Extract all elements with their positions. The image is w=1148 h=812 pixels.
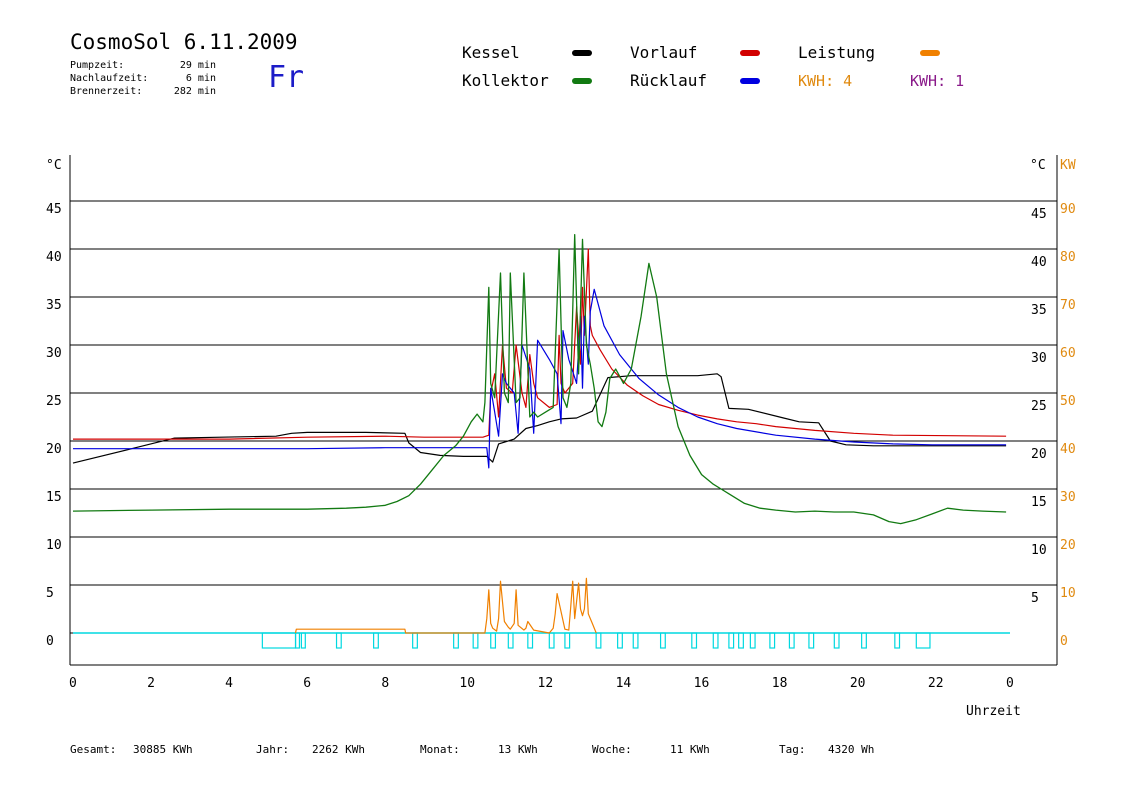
- footer-value: 11 KWh: [670, 743, 710, 756]
- pump-bar: [691, 632, 698, 649]
- pump-bar: [808, 632, 815, 649]
- y-tick-label-kw: 90: [1060, 202, 1076, 217]
- pump-bar: [507, 632, 514, 649]
- pump-bar: [894, 632, 901, 649]
- pump-bar: [617, 632, 623, 649]
- pump-bar: [294, 632, 301, 649]
- pump-bar: [472, 632, 479, 649]
- x-tick-label: 0: [1006, 676, 1014, 691]
- series-kollektor: [72, 233, 1007, 525]
- y-axis-unit-kw: KW: [1060, 158, 1076, 173]
- y-tick-label-kw: 20: [1060, 538, 1076, 553]
- pump-bar: [769, 632, 776, 649]
- series-kessel: [72, 373, 1007, 464]
- pump-bar: [490, 632, 497, 649]
- y-tick-label-left: 20: [46, 442, 62, 457]
- y-tick-label-left: 5: [46, 586, 54, 601]
- y-tick-label-kw: 40: [1060, 442, 1076, 457]
- footer-label: Jahr:: [256, 743, 290, 756]
- x-tick-label: 12: [538, 676, 554, 691]
- footer-label: Tag:: [779, 743, 806, 756]
- y-tick-label-left: 0: [46, 634, 54, 649]
- y-tick-label-right: 10: [1031, 543, 1047, 558]
- pump-bar: [527, 632, 534, 649]
- footer-label: Woche:: [592, 743, 632, 756]
- y-tick-label-right: 5: [1031, 591, 1039, 606]
- temperature-chart: 0510152025303540455101520253035404501020…: [46, 155, 1076, 719]
- footer-value: 2262 KWh: [312, 743, 365, 756]
- x-tick-label: 0: [69, 676, 77, 691]
- pump-bar: [788, 632, 795, 649]
- pump-bar: [261, 632, 297, 649]
- y-tick-label-left: 10: [46, 538, 62, 553]
- pump-bar: [915, 632, 931, 649]
- y-tick-label-right: 35: [1031, 303, 1047, 318]
- footer-label: Monat:: [420, 743, 460, 756]
- y-tick-label-kw: 10: [1060, 586, 1076, 601]
- footer-label: Gesamt:: [70, 743, 117, 756]
- footer-value: 30885 KWh: [133, 743, 193, 756]
- y-tick-label-kw: 50: [1060, 394, 1076, 409]
- pump-bar: [335, 632, 342, 649]
- y-tick-label-kw: 70: [1060, 298, 1076, 313]
- y-tick-label-right: 15: [1031, 495, 1047, 510]
- y-axis-unit-right: °C: [1030, 158, 1046, 173]
- pump-bar: [728, 632, 735, 649]
- pump-bar: [632, 632, 639, 649]
- pump-bar: [712, 632, 719, 649]
- y-tick-label-left: 15: [46, 490, 62, 505]
- x-tick-label: 18: [772, 676, 788, 691]
- x-tick-label: 14: [616, 676, 632, 691]
- pump-bar: [564, 632, 571, 649]
- y-tick-label-right: 40: [1031, 255, 1047, 270]
- pump-bar: [738, 632, 744, 649]
- x-tick-label: 4: [225, 676, 233, 691]
- pump-bar: [833, 632, 840, 649]
- x-tick-label: 2: [147, 676, 155, 691]
- y-tick-label-kw: 0: [1060, 634, 1068, 649]
- y-tick-label-right: 45: [1031, 207, 1047, 222]
- x-tick-label: 8: [381, 676, 389, 691]
- y-tick-label-right: 30: [1031, 351, 1047, 366]
- y-tick-label-left: 45: [46, 202, 62, 217]
- pump-bar: [300, 632, 306, 649]
- y-tick-label-kw: 80: [1060, 250, 1076, 265]
- pump-bar: [861, 632, 867, 649]
- y-tick-label-right: 20: [1031, 447, 1047, 462]
- x-tick-label: 20: [850, 676, 866, 691]
- y-tick-label-left: 30: [46, 346, 62, 361]
- y-axis-unit-left: °C: [46, 158, 62, 173]
- pump-bar: [659, 632, 666, 649]
- pump-bar: [373, 632, 379, 649]
- y-tick-label-right: 25: [1031, 399, 1047, 414]
- x-tick-label: 6: [303, 676, 311, 691]
- pump-bar: [412, 632, 418, 649]
- footer-value: 4320 Wh: [828, 743, 875, 756]
- x-tick-label: 10: [459, 676, 475, 691]
- y-tick-label-left: 40: [46, 250, 62, 265]
- pump-bar: [453, 632, 459, 649]
- y-tick-label-left: 35: [46, 298, 62, 313]
- pump-bar: [595, 632, 602, 649]
- y-tick-label-kw: 30: [1060, 490, 1076, 505]
- footer-value: 13 KWh: [498, 743, 538, 756]
- pump-bar: [749, 632, 756, 649]
- x-axis-title: Uhrzeit: [966, 704, 1021, 719]
- y-tick-label-left: 25: [46, 394, 62, 409]
- series-leistung: [294, 577, 597, 634]
- pump-bar: [548, 632, 555, 649]
- x-tick-label: 22: [928, 676, 944, 691]
- x-tick-label: 16: [694, 676, 710, 691]
- y-tick-label-kw: 60: [1060, 346, 1076, 361]
